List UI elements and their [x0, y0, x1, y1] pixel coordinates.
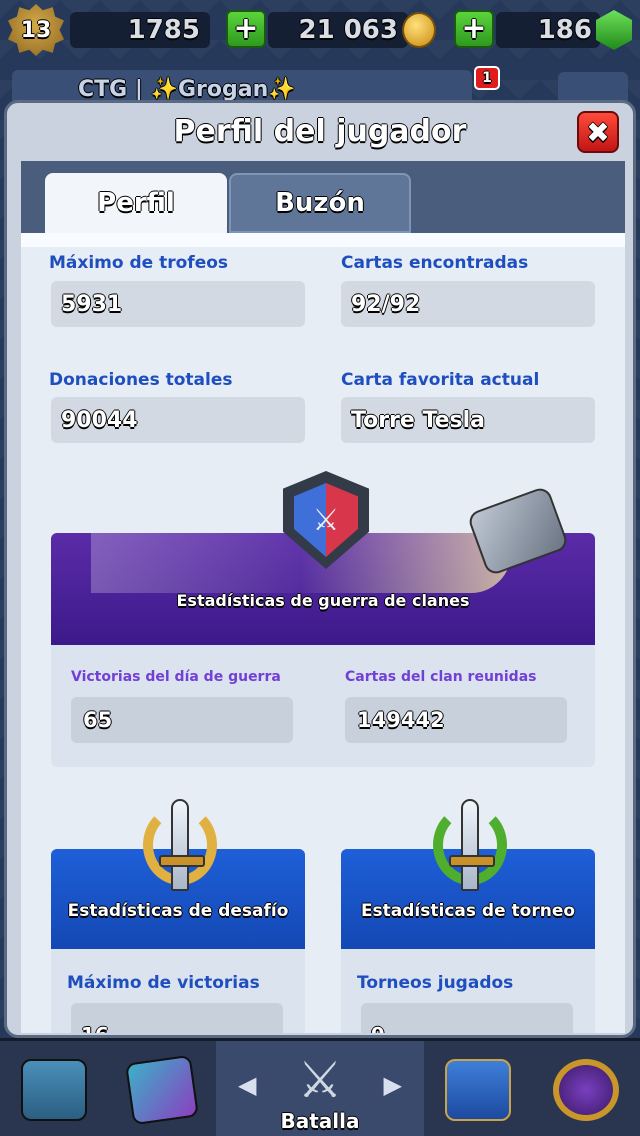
top-resource-bar: 13 1785 + 21 063 + 186 [0, 0, 640, 60]
trophy-counter: 1785 [70, 12, 210, 48]
tab-bar: Perfil Buzón [21, 161, 625, 233]
battle-label: Batalla [280, 1109, 360, 1133]
nav-shop[interactable] [0, 1041, 108, 1136]
tab-inbox-label: Buzón [275, 188, 365, 218]
notification-count: 1 [482, 70, 492, 86]
green-laurel-sword-icon [425, 797, 515, 893]
tournaments-played-text: 9 [371, 1023, 385, 1033]
crown-laurel-icon [553, 1059, 619, 1121]
clan-war-panel: Estadísticas de guerra de clanes Victori… [51, 533, 595, 767]
tab-profile-label: Perfil [97, 188, 175, 218]
tab-inbox[interactable]: Buzón [229, 173, 411, 233]
close-icon: ✖ [586, 115, 610, 149]
cards-found-label: Cartas encontradas [341, 253, 529, 273]
max-trophies-label: Máximo de trofeos [49, 253, 229, 273]
favorite-card-text: Torre Tesla [351, 407, 485, 433]
modal-header: Perfil del jugador [7, 103, 633, 159]
crossed-swords-icon: ⚔ [297, 1051, 343, 1109]
war-day-wins-text: 65 [83, 708, 113, 732]
tournaments-played-label: Torneos jugados [357, 973, 514, 993]
clan-war-title: Estadísticas de guerra de clanes [176, 591, 470, 610]
tab-profile[interactable]: Perfil [45, 173, 227, 233]
left-arrow-icon[interactable]: ◀ [238, 1071, 256, 1099]
max-trophies-text: 5931 [61, 291, 123, 317]
shield-inner: ⚔ [294, 483, 358, 557]
cards-icon [125, 1054, 199, 1126]
right-arrow-icon[interactable]: ▶ [384, 1071, 402, 1099]
chest-icon [21, 1059, 87, 1121]
war-day-wins-label: Victorias del día de guerra [71, 669, 281, 685]
favorite-card-label: Carta favorita actual [341, 370, 540, 390]
nav-cards[interactable] [108, 1041, 216, 1136]
gold-coin-icon [402, 12, 436, 48]
total-donations-value: 90044 [51, 397, 305, 443]
clan-cards-collected-value: 149442 [345, 697, 567, 743]
favorite-card-value: Torre Tesla [341, 397, 595, 443]
challenge-stats-title: Estadísticas de desafío [67, 901, 289, 921]
profile-content[interactable]: Máximo de trofeos 5931 Cartas encontrada… [21, 233, 625, 1033]
tournament-stats-title: Estadísticas de torneo [360, 901, 576, 921]
content-divider [21, 233, 625, 247]
cards-found-value: 92/92 [341, 281, 595, 327]
tournaments-played-value: 9 [361, 1003, 573, 1033]
nav-tournaments[interactable] [532, 1041, 640, 1136]
add-gems-button[interactable]: + [454, 10, 494, 48]
max-trophies-value: 5931 [51, 281, 305, 327]
gem-value: 186 [537, 15, 592, 45]
max-wins-label: Máximo de victorias [67, 973, 260, 993]
war-day-wins-value: 65 [71, 697, 293, 743]
close-button[interactable]: ✖ [577, 111, 619, 153]
gold-counter: 21 063 [268, 12, 408, 48]
trophy-value: 1785 [127, 15, 200, 45]
gold-laurel-sword-icon [135, 797, 225, 893]
nav-battle[interactable]: ◀ ⚔ ▶ Batalla [216, 1041, 424, 1136]
total-donations-label: Donaciones totales [49, 370, 233, 390]
clan-icon [445, 1059, 511, 1121]
gem-icon [596, 10, 632, 50]
gold-value: 21 063 [298, 15, 398, 45]
player-profile-modal: Perfil del jugador ✖ Perfil Buzón Máximo… [4, 100, 636, 1038]
sword-shape [159, 799, 205, 891]
gem-counter: 186 [496, 12, 600, 48]
notification-badge: 1 [474, 66, 500, 90]
add-gold-button[interactable]: + [226, 10, 266, 48]
nav-clan[interactable] [424, 1041, 532, 1136]
plus-icon: + [461, 11, 487, 46]
max-wins-text: 16 [81, 1023, 109, 1033]
experience-level-badge[interactable]: 13 [8, 4, 64, 56]
level-value: 13 [20, 17, 52, 43]
total-donations-text: 90044 [61, 407, 138, 433]
modal-title: Perfil del jugador [173, 113, 467, 149]
sword-shape [449, 799, 495, 891]
max-wins-value: 16 [71, 1003, 283, 1033]
plus-icon: + [233, 11, 259, 46]
clan-cards-collected-label: Cartas del clan reunidas [345, 669, 537, 685]
clan-name: CTG | ✨Grogan✨ [78, 77, 296, 102]
bottom-navigation: ◀ ⚔ ▶ Batalla [0, 1038, 640, 1136]
cards-found-text: 92/92 [351, 291, 421, 317]
clan-cards-collected-text: 149442 [357, 708, 445, 732]
